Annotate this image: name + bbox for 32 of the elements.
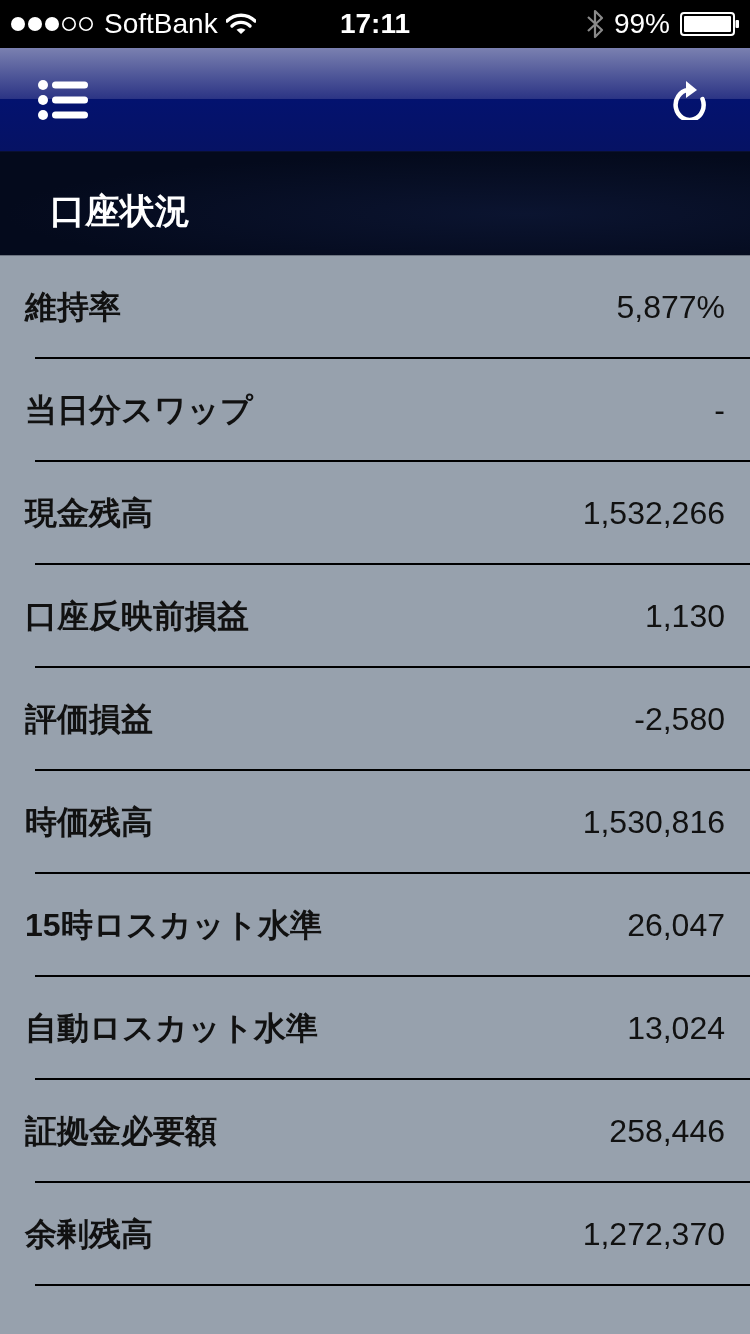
row-value: 26,047 xyxy=(627,905,725,945)
row-label: 余剰残高 xyxy=(25,1214,153,1254)
menu-icon xyxy=(38,79,88,120)
row-label: 評価損益 xyxy=(25,699,153,739)
row-label: 15時ロスカット水準 xyxy=(25,905,322,945)
row-label: 時価残高 xyxy=(25,802,153,842)
refresh-button[interactable] xyxy=(670,79,708,120)
menu-button[interactable] xyxy=(38,79,88,120)
signal-strength-icon xyxy=(10,16,96,32)
row-label: 当日分スワップ xyxy=(25,390,253,430)
row-value: 1,130 xyxy=(644,596,725,636)
row-label: 口座反映前損益 xyxy=(25,596,249,636)
wifi-icon xyxy=(225,13,256,35)
row-label: 自動ロスカット水準 xyxy=(25,1008,318,1048)
row-label: 維持率 xyxy=(25,287,121,327)
row-value: 1,532,266 xyxy=(582,493,725,533)
clock-time: 17:11 xyxy=(339,8,411,40)
row-value: - xyxy=(714,390,725,430)
row-value: 5,877% xyxy=(616,287,725,327)
row-value: 258,446 xyxy=(609,1111,725,1151)
carrier-name: SoftBank xyxy=(104,8,218,40)
battery-icon xyxy=(680,12,740,36)
row-value: 13,024 xyxy=(627,1008,725,1048)
row-value: 1,530,816 xyxy=(582,802,725,842)
row-label: 現金残高 xyxy=(25,493,153,533)
battery-percentage: 99% xyxy=(613,8,670,40)
row-value: -2,580 xyxy=(634,699,725,739)
row-label: 証拠金必要額 xyxy=(25,1111,217,1151)
row-value: 1,272,370 xyxy=(582,1214,725,1254)
bluetooth-icon xyxy=(585,8,604,40)
refresh-icon xyxy=(670,79,708,120)
section-title: 口座状況 xyxy=(50,189,190,232)
